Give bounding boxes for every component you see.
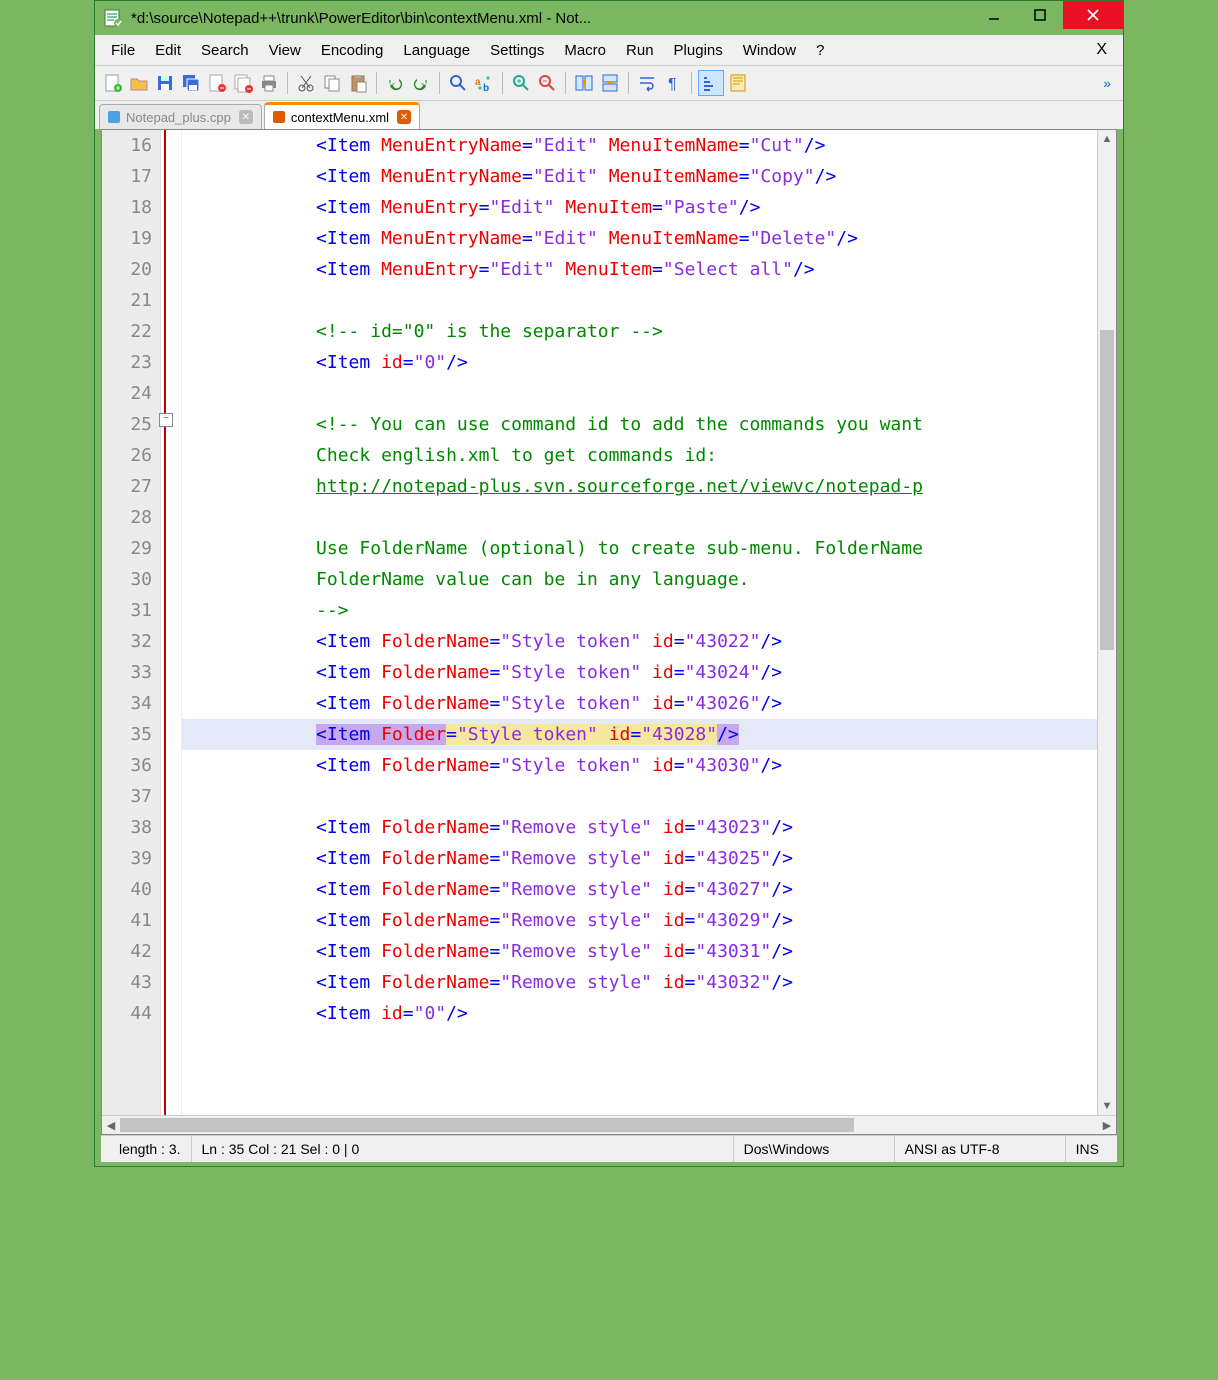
scroll-down-icon[interactable]: ▼: [1098, 1097, 1116, 1115]
tab-active[interactable]: contextMenu.xml ✕: [264, 102, 420, 129]
scroll-left-icon[interactable]: ◀: [102, 1119, 120, 1132]
toolbar-separator: [376, 72, 377, 94]
toolbar-separator: [287, 72, 288, 94]
tab-close-icon[interactable]: ✕: [397, 110, 411, 124]
tab-label: contextMenu.xml: [291, 110, 389, 125]
menu-file[interactable]: File: [101, 38, 145, 63]
close-button[interactable]: [1063, 1, 1123, 29]
toolbar-separator: [565, 72, 566, 94]
menu-encoding[interactable]: Encoding: [311, 38, 394, 63]
save-all-icon[interactable]: [179, 71, 203, 95]
menu-settings[interactable]: Settings: [480, 38, 554, 63]
menu-search[interactable]: Search: [191, 38, 259, 63]
menu-close-doc[interactable]: X: [1086, 37, 1117, 63]
maximize-button[interactable]: [1017, 1, 1063, 29]
minimize-button[interactable]: [971, 1, 1017, 29]
file-type-icon: [108, 111, 120, 123]
open-icon[interactable]: [127, 71, 151, 95]
cut-icon[interactable]: [294, 71, 318, 95]
menu-view[interactable]: View: [259, 38, 311, 63]
toolbar-separator: [502, 72, 503, 94]
menu-window[interactable]: Window: [733, 38, 806, 63]
change-marker: [164, 130, 166, 1115]
horizontal-scrollbar[interactable]: ◀ ▶: [102, 1115, 1116, 1134]
tab-bar: Notepad_plus.cpp ✕ contextMenu.xml ✕: [95, 101, 1123, 129]
tab-close-icon[interactable]: ✕: [239, 110, 253, 124]
menu-plugins[interactable]: Plugins: [664, 38, 733, 63]
vertical-scrollbar[interactable]: ▲ ▼: [1097, 130, 1116, 1115]
scrollbar-track[interactable]: [120, 1116, 1098, 1134]
window-buttons: [971, 1, 1123, 35]
fold-toggle-icon[interactable]: −: [159, 413, 173, 427]
menubar: File Edit Search View Encoding Language …: [95, 35, 1123, 66]
code-area[interactable]: <Item MenuEntryName="Edit" MenuItemName=…: [182, 130, 1097, 1115]
svg-text:b: b: [483, 83, 489, 93]
toolbar-separator: [691, 72, 692, 94]
toolbar-separator: [628, 72, 629, 94]
menu-macro[interactable]: Macro: [554, 38, 616, 63]
editor: 1617181920212223242526272829303132333435…: [101, 129, 1117, 1135]
doc-map-icon[interactable]: [726, 71, 750, 95]
new-icon[interactable]: [101, 71, 125, 95]
svg-text:¶: ¶: [668, 76, 677, 93]
redo-icon[interactable]: [409, 71, 433, 95]
tab-label: Notepad_plus.cpp: [126, 110, 231, 125]
tab-inactive[interactable]: Notepad_plus.cpp ✕: [99, 104, 262, 129]
print-icon[interactable]: [257, 71, 281, 95]
fold-margin[interactable]: −: [161, 130, 182, 1115]
file-modified-icon: [273, 111, 285, 123]
status-bar: length : 3. Ln : 35 Col : 21 Sel : 0 | 0…: [101, 1135, 1117, 1162]
scroll-right-icon[interactable]: ▶: [1098, 1119, 1116, 1132]
scroll-up-icon[interactable]: ▲: [1098, 130, 1116, 148]
word-wrap-icon[interactable]: [635, 71, 659, 95]
close-icon[interactable]: [205, 71, 229, 95]
titlebar[interactable]: *d:\source\Notepad++\trunk\PowerEditor\b…: [95, 1, 1123, 35]
status-eol[interactable]: Dos\Windows: [734, 1136, 895, 1162]
scrollbar-thumb[interactable]: [120, 1118, 854, 1132]
toolbar-overflow-icon[interactable]: »: [1097, 75, 1117, 91]
app-icon: [103, 8, 123, 28]
status-insert-mode[interactable]: INS: [1066, 1136, 1109, 1162]
menu-help[interactable]: ?: [806, 38, 834, 63]
indent-guide-icon[interactable]: [698, 70, 724, 96]
paste-icon[interactable]: [346, 71, 370, 95]
editor-viewport[interactable]: 1617181920212223242526272829303132333435…: [102, 130, 1116, 1115]
zoom-in-icon[interactable]: [509, 71, 533, 95]
show-all-icon[interactable]: ¶: [661, 71, 685, 95]
app-window: *d:\source\Notepad++\trunk\PowerEditor\b…: [94, 0, 1124, 1167]
toolbar-separator: [439, 72, 440, 94]
close-all-icon[interactable]: [231, 71, 255, 95]
replace-icon[interactable]: ab: [472, 71, 496, 95]
scrollbar-thumb[interactable]: [1100, 330, 1114, 650]
save-icon[interactable]: [153, 71, 177, 95]
status-length: length : 3.: [109, 1136, 192, 1162]
menu-language[interactable]: Language: [393, 38, 480, 63]
menu-edit[interactable]: Edit: [145, 38, 191, 63]
line-number-gutter: 1617181920212223242526272829303132333435…: [102, 130, 161, 1115]
menu-run[interactable]: Run: [616, 38, 664, 63]
status-position: Ln : 35 Col : 21 Sel : 0 | 0: [192, 1136, 734, 1162]
toolbar: ab ¶ »: [95, 66, 1123, 101]
window-title: *d:\source\Notepad++\trunk\PowerEditor\b…: [131, 10, 971, 27]
status-encoding[interactable]: ANSI as UTF-8: [895, 1136, 1066, 1162]
zoom-out-icon[interactable]: [535, 71, 559, 95]
copy-icon[interactable]: [320, 71, 344, 95]
sync-v-icon[interactable]: [572, 71, 596, 95]
undo-icon[interactable]: [383, 71, 407, 95]
sync-h-icon[interactable]: [598, 71, 622, 95]
find-icon[interactable]: [446, 71, 470, 95]
